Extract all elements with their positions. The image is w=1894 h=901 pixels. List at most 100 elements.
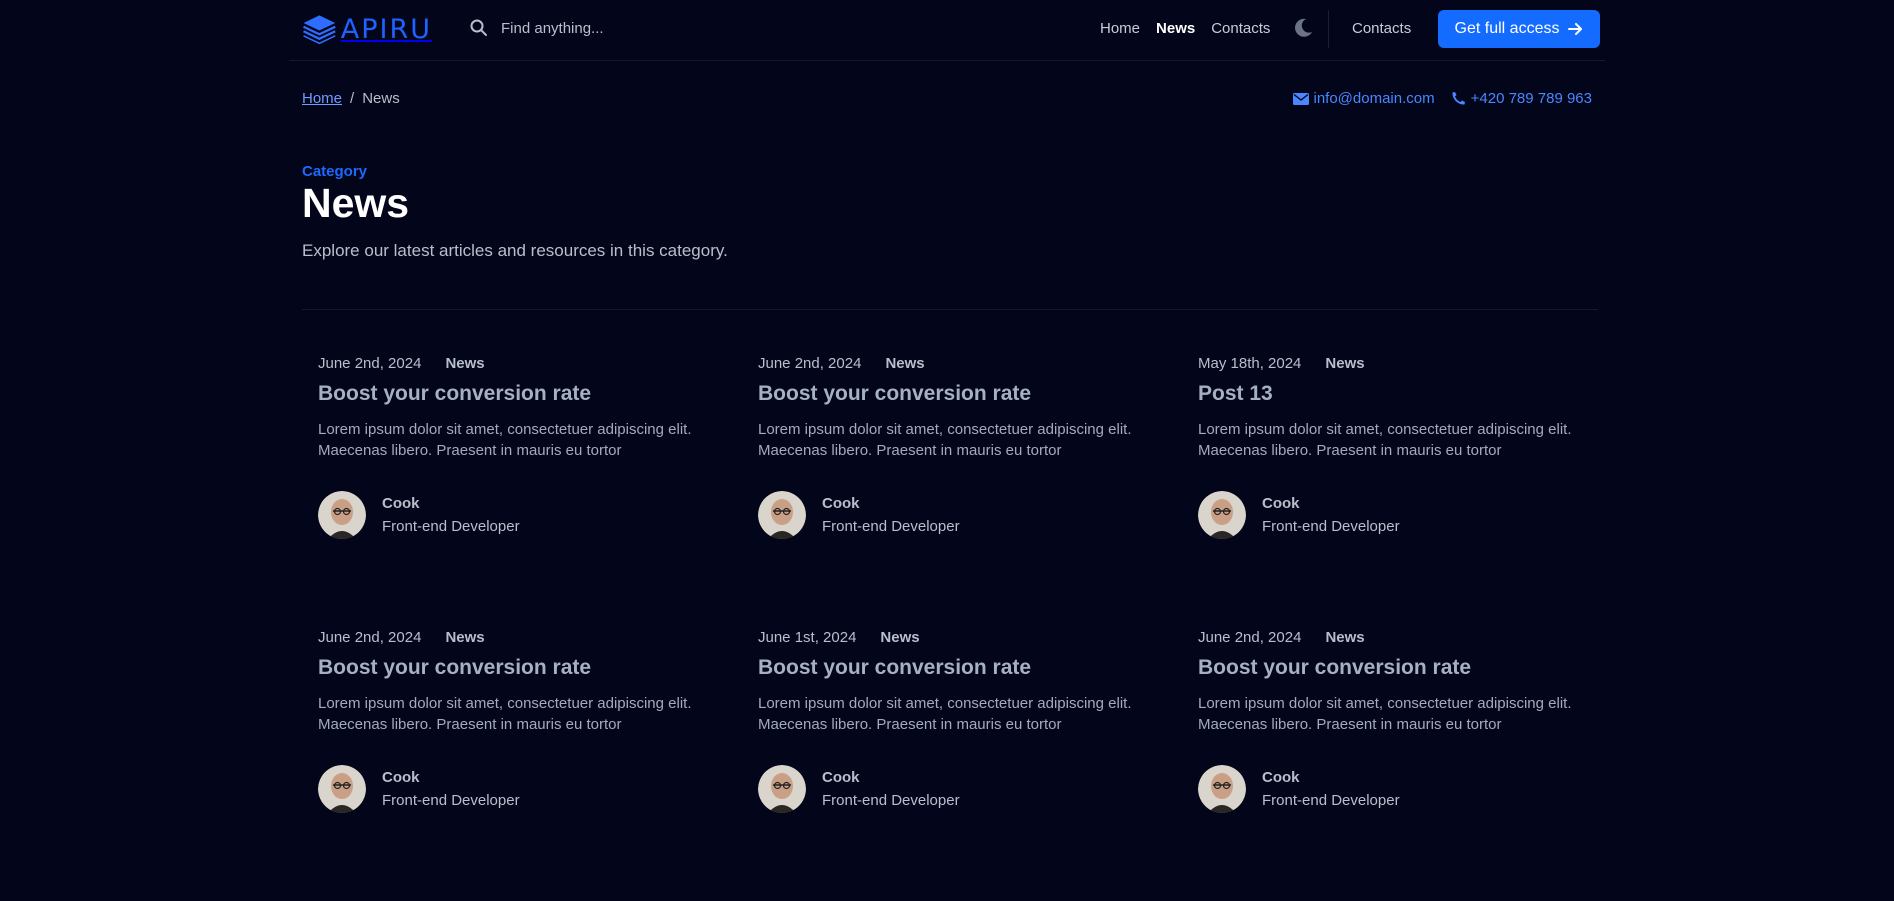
author-name: Cook — [1262, 495, 1300, 512]
logo-icon — [303, 15, 336, 45]
main-nav: Home News Contacts — [1100, 20, 1270, 37]
post-author: Cook Front-end Developer — [1198, 491, 1598, 539]
email-link[interactable]: info@domain.com — [1292, 90, 1435, 107]
post-category[interactable]: News — [885, 355, 924, 372]
moon-icon[interactable] — [1292, 17, 1314, 39]
author-name: Cook — [822, 495, 860, 512]
nav-contacts[interactable]: Contacts — [1211, 20, 1270, 37]
author-role: Front-end Developer — [822, 792, 960, 809]
post-excerpt: Lorem ipsum dolor sit amet, consectetuer… — [318, 693, 718, 735]
phone-icon — [1452, 92, 1465, 105]
post-excerpt-line: Lorem ipsum dolor sit amet, consectetuer… — [318, 421, 692, 438]
post-title[interactable]: Post 13 — [1198, 382, 1598, 406]
author-role: Front-end Developer — [822, 518, 960, 535]
contact-info: info@domain.com +420 789 789 963 — [1292, 90, 1592, 107]
post-author: Cook Front-end Developer — [318, 491, 718, 539]
post-date: June 2nd, 2024 — [318, 629, 422, 646]
nav-news[interactable]: News — [1156, 20, 1195, 37]
breadcrumb-home[interactable]: Home — [302, 90, 342, 107]
author-info: Cook Front-end Developer — [822, 769, 960, 809]
post-excerpt-line: Lorem ipsum dolor sit amet, consectetuer… — [758, 421, 1132, 438]
post-excerpt-line: Lorem ipsum dolor sit amet, consectetuer… — [1198, 695, 1572, 712]
phone-link[interactable]: +420 789 789 963 — [1451, 90, 1592, 107]
avatar — [758, 491, 806, 539]
header-divider — [1328, 10, 1329, 48]
author-info: Cook Front-end Developer — [822, 495, 960, 535]
post-card[interactable]: June 2nd, 2024 News Boost your conversio… — [758, 355, 1158, 539]
post-excerpt-line: Maecenas libero. Praesent in mauris eu t… — [758, 716, 1062, 733]
post-excerpt: Lorem ipsum dolor sit amet, consectetuer… — [758, 419, 1158, 461]
post-author: Cook Front-end Developer — [1198, 765, 1598, 813]
phone-text: +420 789 789 963 — [1470, 90, 1592, 107]
post-title[interactable]: Boost your conversion rate — [758, 656, 1158, 680]
post-title[interactable]: Boost your conversion rate — [318, 382, 718, 406]
logo[interactable]: APIRU — [302, 9, 432, 49]
author-name: Cook — [1262, 769, 1300, 786]
top-navbar: APIRU Home News Contacts Contacts Get fu… — [289, 0, 1605, 61]
post-excerpt: Lorem ipsum dolor sit amet, consectetuer… — [758, 693, 1158, 735]
section-divider — [302, 309, 1598, 310]
post-card[interactable]: June 1st, 2024 News Boost your conversio… — [758, 629, 1158, 813]
breadcrumb-current: News — [362, 90, 400, 107]
post-excerpt-line: Maecenas libero. Praesent in mauris eu t… — [1198, 442, 1502, 459]
avatar — [318, 491, 366, 539]
post-meta: June 2nd, 2024 News — [318, 629, 718, 646]
post-meta: June 2nd, 2024 News — [758, 355, 1158, 372]
post-date: May 18th, 2024 — [1198, 355, 1302, 372]
post-excerpt-line: Lorem ipsum dolor sit amet, consectetuer… — [758, 695, 1132, 712]
post-category[interactable]: News — [880, 629, 919, 646]
post-excerpt-line: Lorem ipsum dolor sit amet, consectetuer… — [1198, 421, 1572, 438]
post-title[interactable]: Boost your conversion rate — [758, 382, 1158, 406]
post-author: Cook Front-end Developer — [318, 765, 718, 813]
post-card[interactable]: June 2nd, 2024 News Boost your conversio… — [1198, 629, 1598, 813]
logo-text: APIRU — [340, 13, 432, 45]
page-title: News — [302, 180, 410, 226]
post-card[interactable]: May 18th, 2024 News Post 13 Lorem ipsum … — [1198, 355, 1598, 539]
page: APIRU Home News Contacts Contacts Get fu… — [289, 0, 1605, 901]
avatar — [1198, 491, 1246, 539]
breadcrumb-separator: / — [350, 90, 355, 107]
post-author: Cook Front-end Developer — [758, 491, 1158, 539]
author-name: Cook — [822, 769, 860, 786]
post-excerpt: Lorem ipsum dolor sit amet, consectetuer… — [1198, 419, 1598, 461]
post-category[interactable]: News — [1325, 629, 1364, 646]
post-category[interactable]: News — [445, 355, 484, 372]
breadcrumb: Home / News — [302, 90, 400, 107]
post-excerpt-line: Maecenas libero. Praesent in mauris eu t… — [758, 442, 1062, 459]
post-excerpt-line: Maecenas libero. Praesent in mauris eu t… — [1198, 716, 1502, 733]
nav-home[interactable]: Home — [1100, 20, 1140, 37]
cta-label: Get full access — [1454, 20, 1560, 37]
post-excerpt: Lorem ipsum dolor sit amet, consectetuer… — [318, 419, 718, 461]
author-role: Front-end Developer — [1262, 518, 1400, 535]
post-excerpt-line: Maecenas libero. Praesent in mauris eu t… — [318, 442, 622, 459]
search-input[interactable] — [499, 18, 703, 38]
post-title[interactable]: Boost your conversion rate — [318, 656, 718, 680]
email-text: info@domain.com — [1313, 90, 1435, 107]
search-icon — [470, 19, 487, 36]
post-excerpt-line: Lorem ipsum dolor sit amet, consectetuer… — [318, 695, 692, 712]
post-meta: May 18th, 2024 News — [1198, 355, 1598, 372]
post-card[interactable]: June 2nd, 2024 News Boost your conversio… — [318, 355, 718, 539]
post-date: June 1st, 2024 — [758, 629, 857, 646]
post-meta: June 2nd, 2024 News — [318, 355, 718, 372]
author-role: Front-end Developer — [1262, 792, 1400, 809]
post-meta: June 2nd, 2024 News — [1198, 629, 1598, 646]
page-description: Explore our latest articles and resource… — [302, 241, 728, 260]
author-role: Front-end Developer — [382, 518, 520, 535]
post-card[interactable]: June 2nd, 2024 News Boost your conversio… — [318, 629, 718, 813]
author-info: Cook Front-end Developer — [382, 769, 520, 809]
contacts-link[interactable]: Contacts — [1352, 20, 1411, 37]
post-excerpt-line: Maecenas libero. Praesent in mauris eu t… — [318, 716, 622, 733]
author-name: Cook — [382, 495, 420, 512]
arrow-right-icon — [1568, 23, 1583, 35]
post-title[interactable]: Boost your conversion rate — [1198, 656, 1598, 680]
post-excerpt: Lorem ipsum dolor sit amet, consectetuer… — [1198, 693, 1598, 735]
post-meta: June 1st, 2024 News — [758, 629, 1158, 646]
post-category[interactable]: News — [1325, 355, 1364, 372]
post-date: June 2nd, 2024 — [1198, 629, 1302, 646]
post-category[interactable]: News — [445, 629, 484, 646]
search-box — [469, 18, 703, 38]
get-full-access-button[interactable]: Get full access — [1438, 10, 1600, 48]
post-author: Cook Front-end Developer — [758, 765, 1158, 813]
author-info: Cook Front-end Developer — [1262, 769, 1400, 809]
